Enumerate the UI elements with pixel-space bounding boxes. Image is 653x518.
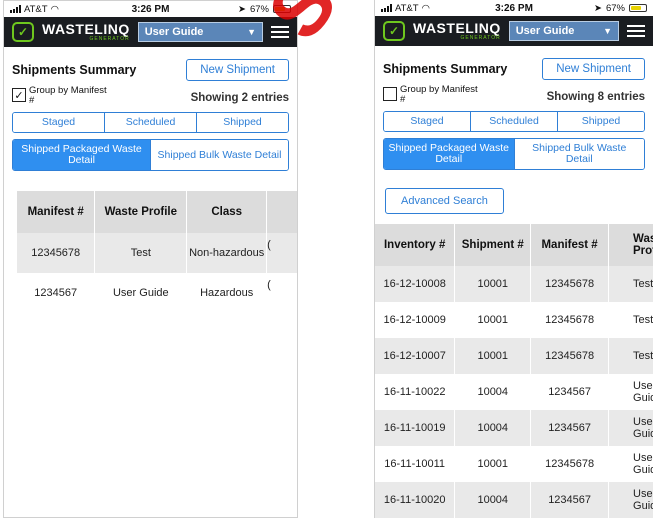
group-by-manifest-checkbox[interactable]: ✓ (12, 88, 26, 102)
wifi-icon: ◠ (50, 3, 59, 15)
location-icon: ➤ (238, 3, 246, 15)
table-row[interactable]: 16-11-10019 10004 1234567 User Guide (375, 410, 653, 446)
group-by-label: Group by Manifest # (400, 84, 478, 105)
menu-icon[interactable] (627, 25, 645, 37)
page-title: Shipments Summary (383, 62, 508, 76)
app-header: ✓ WASTELINQ GENERATOR User Guide ▼ (375, 16, 653, 46)
brand-name: WASTELINQ (42, 21, 130, 37)
column-header[interactable]: Class (186, 191, 268, 233)
battery-icon (629, 4, 647, 12)
new-shipment-button[interactable]: New Shipment (186, 59, 289, 81)
brand-sub: GENERATOR (89, 36, 130, 42)
table-row[interactable]: 16-12-10008 10001 12345678 Test (375, 266, 653, 302)
detail-tabs: Shipped Packaged Waste Detail Shipped Bu… (383, 138, 645, 170)
tab-staged[interactable]: Staged (384, 112, 470, 131)
location-icon: ➤ (594, 2, 602, 14)
tab-scheduled[interactable]: Scheduled (104, 113, 196, 132)
table-row[interactable]: 12345678 Test Non-hazardous ( (17, 233, 297, 273)
column-header[interactable]: Manifest # (17, 191, 96, 233)
signal-icon (381, 4, 392, 12)
table-row[interactable]: 16-12-10009 10001 12345678 Test (375, 302, 653, 338)
group-by-label: Group by Manifest # (29, 85, 107, 106)
guide-select[interactable]: User Guide ▼ (137, 22, 263, 42)
guide-select[interactable]: User Guide ▼ (508, 21, 619, 41)
tab-shipped[interactable]: Shipped (196, 113, 288, 132)
carrier-label: AT&T (24, 3, 48, 15)
tab-scheduled[interactable]: Scheduled (470, 112, 557, 131)
app-header: ✓ WASTELINQ GENERATOR User Guide ▼ (4, 17, 297, 47)
brand-sub: GENERATOR (460, 35, 501, 41)
signal-icon (10, 5, 21, 13)
table-row[interactable]: 16-11-10020 10004 1234567 User Guide (375, 482, 653, 518)
wifi-icon: ◠ (421, 2, 430, 14)
status-time: 3:26 PM (131, 3, 170, 15)
brand-name: WASTELINQ (413, 20, 501, 36)
battery-icon (273, 5, 291, 13)
tab-shipped[interactable]: Shipped (557, 112, 644, 131)
column-header[interactable]: Inventory # (375, 224, 456, 266)
status-tabs: Staged Scheduled Shipped (12, 112, 289, 133)
shipments-table: Manifest # Waste Profile Class 12345678 … (17, 191, 297, 313)
table-row[interactable]: 16-11-10011 10001 12345678 User Guide (375, 446, 653, 482)
column-header[interactable] (266, 191, 297, 233)
column-header[interactable]: Shipment # (454, 224, 532, 266)
status-bar: AT&T ◠ 3:26 PM ➤ 67% (4, 1, 297, 17)
tab-staged[interactable]: Staged (13, 113, 104, 132)
table-row[interactable]: 16-12-10007 10001 12345678 Test (375, 338, 653, 374)
carrier-label: AT&T (395, 2, 419, 14)
tab-bulk-waste-detail[interactable]: Shipped Bulk Waste Detail (513, 139, 644, 169)
entries-count: Showing 8 entries (546, 91, 645, 103)
table-row[interactable]: 16-11-10022 10004 1234567 User Guide (375, 374, 653, 410)
column-header[interactable]: Manifest # (530, 224, 610, 266)
entries-count: Showing 2 entries (190, 92, 289, 104)
new-shipment-button[interactable]: New Shipment (542, 58, 645, 80)
page-title: Shipments Summary (12, 63, 137, 77)
chevron-down-icon: ▼ (603, 26, 612, 36)
inventory-table: Inventory # Shipment # Manifest # Waste … (375, 224, 653, 518)
detail-tabs: Shipped Packaged Waste Detail Shipped Bu… (12, 139, 289, 171)
table-row[interactable]: 1234567 User Guide Hazardous ( (17, 273, 297, 313)
tab-packaged-waste-detail[interactable]: Shipped Packaged Waste Detail (13, 140, 150, 170)
battery-percent: 67% (605, 2, 625, 14)
battery-percent: 67% (249, 3, 269, 15)
status-tabs: Staged Scheduled Shipped (383, 111, 645, 132)
chevron-down-icon: ▼ (247, 27, 256, 37)
logo-icon: ✓ (383, 21, 405, 41)
menu-icon[interactable] (271, 26, 289, 38)
status-bar: AT&T ◠ 3:26 PM ➤ 67% (375, 0, 653, 16)
group-by-manifest-checkbox[interactable] (383, 87, 397, 101)
left-phone-screen: AT&T ◠ 3:26 PM ➤ 67% ✓ WASTELINQ GENERAT… (3, 0, 298, 518)
tab-packaged-waste-detail[interactable]: Shipped Packaged Waste Detail (384, 139, 514, 169)
column-header[interactable]: Waste Profile (608, 224, 653, 266)
right-phone-screen: AT&T ◠ 3:26 PM ➤ 67% ✓ WASTELINQ GENERAT… (374, 0, 653, 518)
advanced-search-button[interactable]: Advanced Search (385, 188, 504, 214)
column-header[interactable]: Waste Profile (94, 191, 188, 233)
logo-icon: ✓ (12, 22, 34, 42)
status-time: 3:26 PM (495, 2, 533, 14)
tab-bulk-waste-detail[interactable]: Shipped Bulk Waste Detail (150, 140, 288, 170)
